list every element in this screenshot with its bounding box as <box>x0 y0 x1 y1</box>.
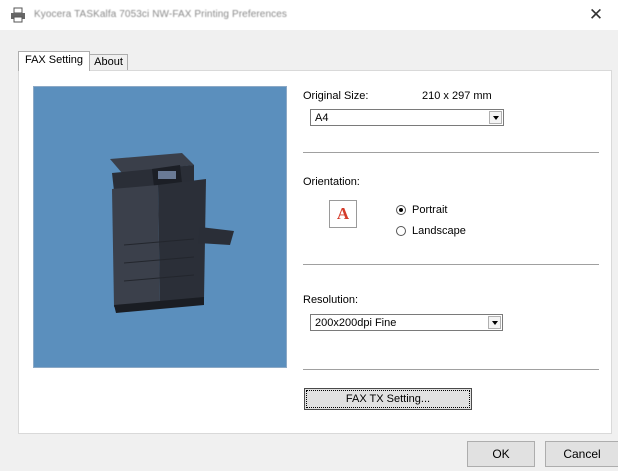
tab-about[interactable]: About <box>89 54 128 71</box>
original-size-select[interactable]: A4 <box>310 109 504 126</box>
separator <box>303 152 599 153</box>
resolution-select[interactable]: 200x200dpi Fine <box>310 314 503 331</box>
chevron-down-icon[interactable] <box>488 316 501 329</box>
original-size-dimension: 210 x 297 mm <box>422 90 492 102</box>
close-icon[interactable]: ✕ <box>574 0 618 30</box>
separator <box>303 369 599 370</box>
fax-tx-setting-label: FAX TX Setting... <box>306 390 470 408</box>
window-title: Kyocera TASKalfa 7053ci NW-FAX Printing … <box>34 9 287 20</box>
tab-fax-setting[interactable]: FAX Setting <box>18 51 90 71</box>
chevron-down-icon[interactable] <box>489 111 502 124</box>
original-size-label: Original Size: <box>303 90 369 102</box>
portrait-radio[interactable] <box>396 205 406 215</box>
portrait-label[interactable]: Portrait <box>412 204 447 216</box>
orientation-preview-icon: A <box>329 200 357 228</box>
multifunction-printer-image <box>110 153 234 313</box>
orientation-label: Orientation: <box>303 176 360 188</box>
landscape-label[interactable]: Landscape <box>412 225 466 237</box>
title-bar: Kyocera TASKalfa 7053ci NW-FAX Printing … <box>0 0 618 30</box>
original-size-value: A4 <box>315 112 329 124</box>
separator <box>303 264 599 265</box>
cancel-button[interactable]: Cancel <box>545 441 618 467</box>
fax-tx-setting-button[interactable]: FAX TX Setting... <box>304 388 472 410</box>
ok-button[interactable]: OK <box>467 441 535 467</box>
printer-icon <box>11 7 25 23</box>
printer-preview <box>33 86 287 368</box>
resolution-label: Resolution: <box>303 294 359 306</box>
landscape-radio[interactable] <box>396 226 406 236</box>
resolution-value: 200x200dpi Fine <box>315 317 397 329</box>
